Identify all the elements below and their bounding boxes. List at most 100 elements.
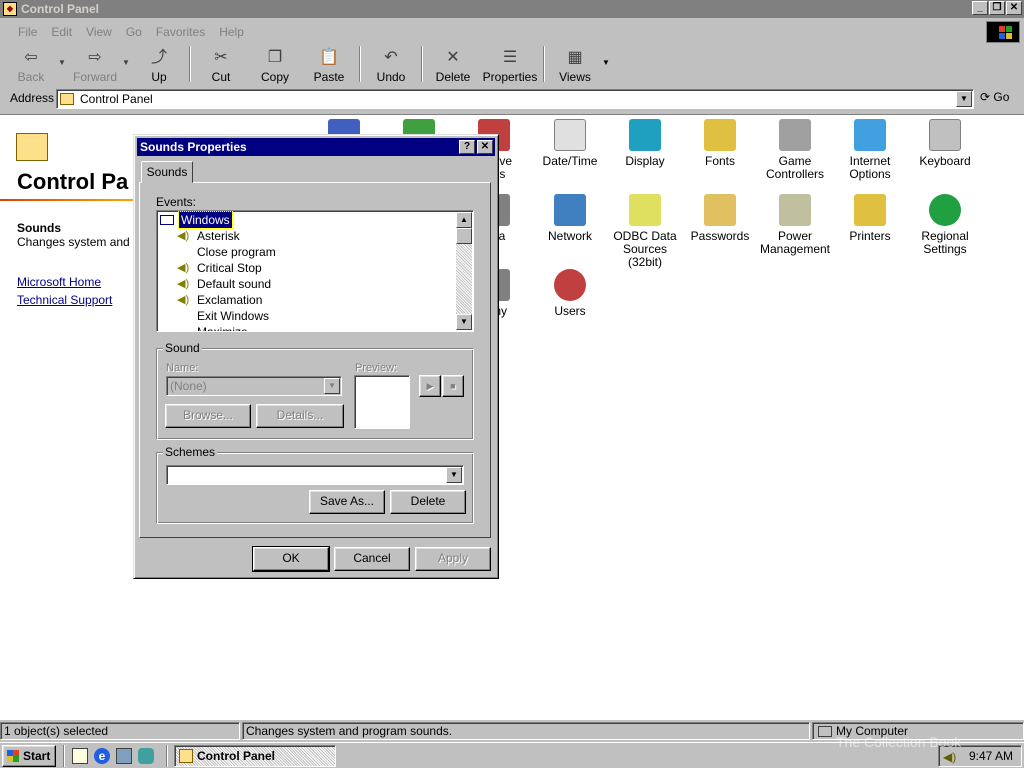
address-label: Address xyxy=(10,91,55,105)
internet-options-icon xyxy=(854,119,886,151)
toolbar-separator xyxy=(189,46,191,82)
delete-button[interactable]: ✕ Delete xyxy=(426,44,480,84)
game-controllers[interactable]: Game Controllers xyxy=(758,115,832,181)
printers[interactable]: Printers xyxy=(833,190,907,243)
passwords-icon xyxy=(704,194,736,226)
selected-item-desc: Changes system and xyxy=(17,235,130,249)
menu-edit[interactable]: Edit xyxy=(51,25,72,39)
save-as-button[interactable]: Save As... xyxy=(309,490,385,514)
event-default-sound[interactable]: Default sound xyxy=(197,276,271,292)
browse-button[interactable]: Browse... xyxy=(165,404,251,428)
undo-button[interactable]: ↶ Undo xyxy=(364,44,418,84)
window-title: Control Panel xyxy=(21,2,100,16)
sound-name-select[interactable]: (None) ▼ xyxy=(166,376,342,396)
volume-icon[interactable]: ◀) xyxy=(943,747,956,767)
event-asterisk[interactable]: Asterisk xyxy=(197,228,240,244)
copy-button[interactable]: ❐ Copy xyxy=(248,44,302,84)
show-desktop-icon[interactable] xyxy=(72,748,88,764)
close-button[interactable]: ✕ xyxy=(1006,1,1022,15)
ok-button[interactable]: OK xyxy=(252,546,330,572)
menu-help[interactable]: Help xyxy=(219,25,244,39)
forward-dropdown-icon[interactable]: ▼ xyxy=(122,58,132,67)
windows-logo-icon xyxy=(986,21,1020,43)
users-icon xyxy=(554,269,586,301)
keyboard[interactable]: Keyboard xyxy=(908,115,982,168)
fonts-icon xyxy=(704,119,736,151)
channels-icon[interactable] xyxy=(138,748,154,764)
preview-box xyxy=(354,375,410,429)
name-dropdown-icon[interactable]: ▼ xyxy=(324,378,340,394)
delete-x-icon: ✕ xyxy=(446,49,460,66)
stop-icon[interactable]: ■ xyxy=(442,375,464,397)
display[interactable]: Display xyxy=(608,115,682,168)
apply-button[interactable]: Apply xyxy=(415,547,491,571)
outlook-express-icon[interactable] xyxy=(116,748,132,764)
event-exit-windows[interactable]: Exit Windows xyxy=(197,308,269,324)
scroll-thumb[interactable] xyxy=(456,228,472,244)
passwords[interactable]: Passwords xyxy=(683,190,757,243)
back-button[interactable]: ⇦ Back xyxy=(4,44,58,84)
event-maximize[interactable]: Maximize xyxy=(197,324,248,331)
date-time[interactable]: Date/Time xyxy=(533,115,607,168)
window-titlebar[interactable]: ◆ Control Panel _ ❐ ✕ xyxy=(0,0,1024,18)
address-input[interactable]: Control Panel ▼ xyxy=(56,89,974,109)
start-button[interactable]: Start xyxy=(2,745,56,767)
clock[interactable]: 9:47 AM xyxy=(969,746,1013,766)
scroll-up-icon[interactable]: ▲ xyxy=(456,212,472,228)
scheme-delete-button[interactable]: Delete xyxy=(390,490,466,514)
menu-view[interactable]: View xyxy=(86,25,112,39)
back-dropdown-icon[interactable]: ▼ xyxy=(58,58,68,67)
power-management[interactable]: Power Management xyxy=(758,190,832,256)
speaker-icon: ◀) xyxy=(177,278,190,290)
folder-icon xyxy=(60,93,74,105)
network[interactable]: Network xyxy=(533,190,607,243)
menu-bar: File Edit View Go Favorites Help xyxy=(0,21,1024,43)
event-close-program[interactable]: Close program xyxy=(197,244,276,260)
scroll-down-icon[interactable]: ▼ xyxy=(456,314,472,330)
forward-button[interactable]: ⇨ Forward xyxy=(68,44,122,84)
internet-explorer-icon[interactable]: e xyxy=(94,748,110,764)
dialog-close-button[interactable]: ✕ xyxy=(477,140,493,154)
menu-go[interactable]: Go xyxy=(126,25,142,39)
technical-support-link[interactable]: Technical Support xyxy=(17,293,112,307)
event-critical-stop[interactable]: Critical Stop xyxy=(197,260,262,276)
properties-icon: ☰ xyxy=(502,49,518,66)
views-button[interactable]: ▦ Views xyxy=(548,44,602,84)
watermark-text: The Collection Book xyxy=(836,734,962,750)
restore-button[interactable]: ❐ xyxy=(989,1,1005,15)
schemes-select[interactable]: ▼ xyxy=(166,465,464,485)
speaker-icon: ◀) xyxy=(177,262,190,274)
menu-favorites[interactable]: Favorites xyxy=(156,25,205,39)
event-windows[interactable]: Windows xyxy=(178,211,233,229)
microsoft-home-link[interactable]: Microsoft Home xyxy=(17,275,101,289)
toolbar-separator xyxy=(421,46,423,82)
users[interactable]: Users xyxy=(533,265,607,318)
views-dropdown-icon[interactable]: ▼ xyxy=(602,58,612,67)
up-button[interactable]: ⤴ Up xyxy=(132,44,186,84)
details-button[interactable]: Details... xyxy=(256,404,344,428)
events-scrollbar[interactable]: ▲ ▼ xyxy=(456,212,472,330)
go-button[interactable]: ⟳ Go xyxy=(980,90,1009,104)
fonts[interactable]: Fonts xyxy=(683,115,757,168)
dialog-titlebar[interactable]: Sounds Properties ? ✕ xyxy=(137,138,495,156)
cut-button[interactable]: ✂ Cut xyxy=(194,44,248,84)
menu-file[interactable]: File xyxy=(18,25,37,39)
undo-icon: ↶ xyxy=(384,49,398,66)
event-exclamation[interactable]: Exclamation xyxy=(197,292,262,308)
play-icon[interactable]: ▶ xyxy=(419,375,441,397)
internet-options[interactable]: Internet Options xyxy=(833,115,907,181)
odbc-data-sources[interactable]: ODBC Data Sources (32bit) xyxy=(608,190,682,269)
cancel-button[interactable]: Cancel xyxy=(334,547,410,571)
tab-sounds[interactable]: Sounds xyxy=(141,161,193,183)
properties-button[interactable]: ☰ Properties xyxy=(480,44,540,84)
status-selected: 1 object(s) selected xyxy=(0,722,240,740)
events-list[interactable]: Windows ◀) Asterisk Close program ◀) Cri… xyxy=(156,210,474,332)
minimize-button[interactable]: _ xyxy=(972,1,988,15)
keyboard-icon xyxy=(929,119,961,151)
task-control-panel[interactable]: Control Panel xyxy=(174,745,336,767)
regional-settings[interactable]: Regional Settings xyxy=(908,190,982,256)
paste-button[interactable]: 📋 Paste xyxy=(302,44,356,84)
help-button[interactable]: ? xyxy=(459,140,475,154)
schemes-dropdown-icon[interactable]: ▼ xyxy=(446,467,462,483)
address-dropdown-icon[interactable]: ▼ xyxy=(956,91,972,107)
